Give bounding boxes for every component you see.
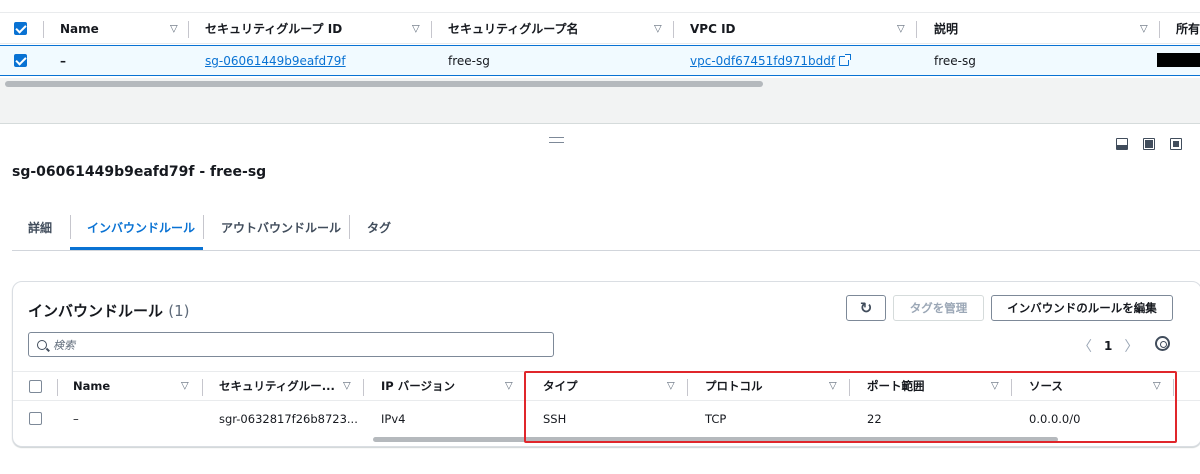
table-header-row: Name ▽ セキュリティグループ ID ▽ セキュリティグループ名 ▽ VPC… xyxy=(0,14,1200,44)
table-row[interactable]: – sg-06061449b9eafd79f free-sg vpc-0df67… xyxy=(0,45,1200,76)
sort-icon[interactable]: ▽ xyxy=(412,23,420,34)
column-separator xyxy=(1159,21,1160,38)
edit-inbound-rules-button[interactable]: インバウンドのルールを編集 xyxy=(991,295,1173,321)
column-header-sg-id[interactable]: セキュリティグループ ID xyxy=(205,14,342,43)
highlight-box xyxy=(524,371,1177,443)
active-tab-indicator xyxy=(70,247,203,250)
panel-side-icon[interactable] xyxy=(1143,138,1155,150)
column-header-name[interactable]: Name xyxy=(60,14,99,43)
tab-separator xyxy=(70,215,71,239)
split-divider xyxy=(0,123,1200,124)
tab-list: 詳細 インバウンドルール アウトバウンドルール タグ xyxy=(12,207,1200,251)
column-header-name[interactable]: Name xyxy=(73,372,110,400)
column-separator xyxy=(57,379,58,396)
scrollbar-thumb[interactable] xyxy=(5,81,763,87)
column-separator xyxy=(363,379,364,396)
rule-count: (1) xyxy=(168,302,190,320)
current-page[interactable]: 1 xyxy=(1104,339,1112,353)
row-checkbox[interactable] xyxy=(14,46,27,75)
column-header-vpc-id[interactable]: VPC ID xyxy=(690,14,736,43)
rule-name: – xyxy=(73,411,79,426)
sort-icon[interactable]: ▽ xyxy=(170,23,178,34)
sort-icon[interactable]: ▽ xyxy=(505,381,513,392)
column-separator xyxy=(188,21,189,38)
manage-tags-button[interactable]: タグを管理 xyxy=(893,295,984,321)
panel-position-controls xyxy=(1116,138,1182,150)
row-name: – xyxy=(60,53,66,68)
table-footer-area xyxy=(0,90,1200,124)
page-title: sg-06061449b9eafd79f - free-sg xyxy=(12,164,267,180)
sort-icon[interactable]: ▽ xyxy=(343,381,351,392)
row-checkbox[interactable] xyxy=(29,402,42,435)
column-separator xyxy=(673,21,674,38)
row-description: free-sg xyxy=(934,53,976,68)
tab-separator xyxy=(349,215,350,239)
rule-ip-version: IPv4 xyxy=(381,411,406,426)
section-title: インバウンドルール (1) xyxy=(28,302,190,320)
next-page-icon[interactable]: 〉 xyxy=(1124,336,1138,356)
tab-inbound-rules[interactable]: インバウンドルール xyxy=(87,207,195,248)
sort-icon[interactable]: ▽ xyxy=(654,23,662,34)
security-groups-table: Name ▽ セキュリティグループ ID ▽ セキュリティグループ名 ▽ VPC… xyxy=(0,0,1200,125)
column-header-owner[interactable]: 所有 xyxy=(1176,14,1200,43)
column-header-rule-id[interactable]: セキュリティグルー... xyxy=(219,372,335,400)
previous-page-icon[interactable]: 〈 xyxy=(1078,336,1092,356)
search-icon xyxy=(37,339,47,350)
column-separator xyxy=(43,21,44,38)
tab-tags[interactable]: タグ xyxy=(367,207,391,248)
refresh-icon: ↻ xyxy=(859,299,873,317)
column-separator xyxy=(202,379,203,396)
vpc-id-link[interactable]: vpc-0df67451fd971bddf xyxy=(690,46,852,75)
tab-details[interactable]: 詳細 xyxy=(28,207,52,248)
refresh-button[interactable]: ↻ xyxy=(846,295,886,321)
external-link-icon xyxy=(839,53,852,66)
rule-id: sgr-0632817f26b8723... xyxy=(219,411,358,426)
column-header-ip-version[interactable]: IP バージョン xyxy=(381,372,455,400)
panel-full-icon[interactable] xyxy=(1170,138,1182,150)
column-header-description[interactable]: 説明 xyxy=(934,14,958,43)
panel-bottom-icon[interactable] xyxy=(1116,138,1128,150)
gear-icon[interactable] xyxy=(1155,336,1170,351)
search-placeholder: 検索 xyxy=(53,338,75,352)
select-all-checkbox[interactable] xyxy=(14,14,27,43)
column-separator xyxy=(431,21,432,38)
tab-separator xyxy=(203,215,204,239)
sg-id-link[interactable]: sg-06061449b9eafd79f xyxy=(205,46,346,75)
redacted-owner xyxy=(1157,53,1200,67)
row-sg-name: free-sg xyxy=(448,53,490,68)
table-top-border xyxy=(0,12,1200,13)
select-all-checkbox[interactable] xyxy=(29,372,42,400)
sort-icon[interactable]: ▽ xyxy=(181,381,189,392)
column-separator xyxy=(916,21,917,38)
sort-icon[interactable]: ▽ xyxy=(897,23,905,34)
pagination: 〈 1 〉 xyxy=(1078,336,1138,356)
sort-icon[interactable]: ▽ xyxy=(1140,23,1148,34)
search-input[interactable]: 検索 xyxy=(28,332,554,357)
resize-handle-icon[interactable] xyxy=(549,137,564,143)
column-header-sg-name[interactable]: セキュリティグループ名 xyxy=(448,14,579,43)
tab-outbound-rules[interactable]: アウトバウンドルール xyxy=(221,207,341,248)
